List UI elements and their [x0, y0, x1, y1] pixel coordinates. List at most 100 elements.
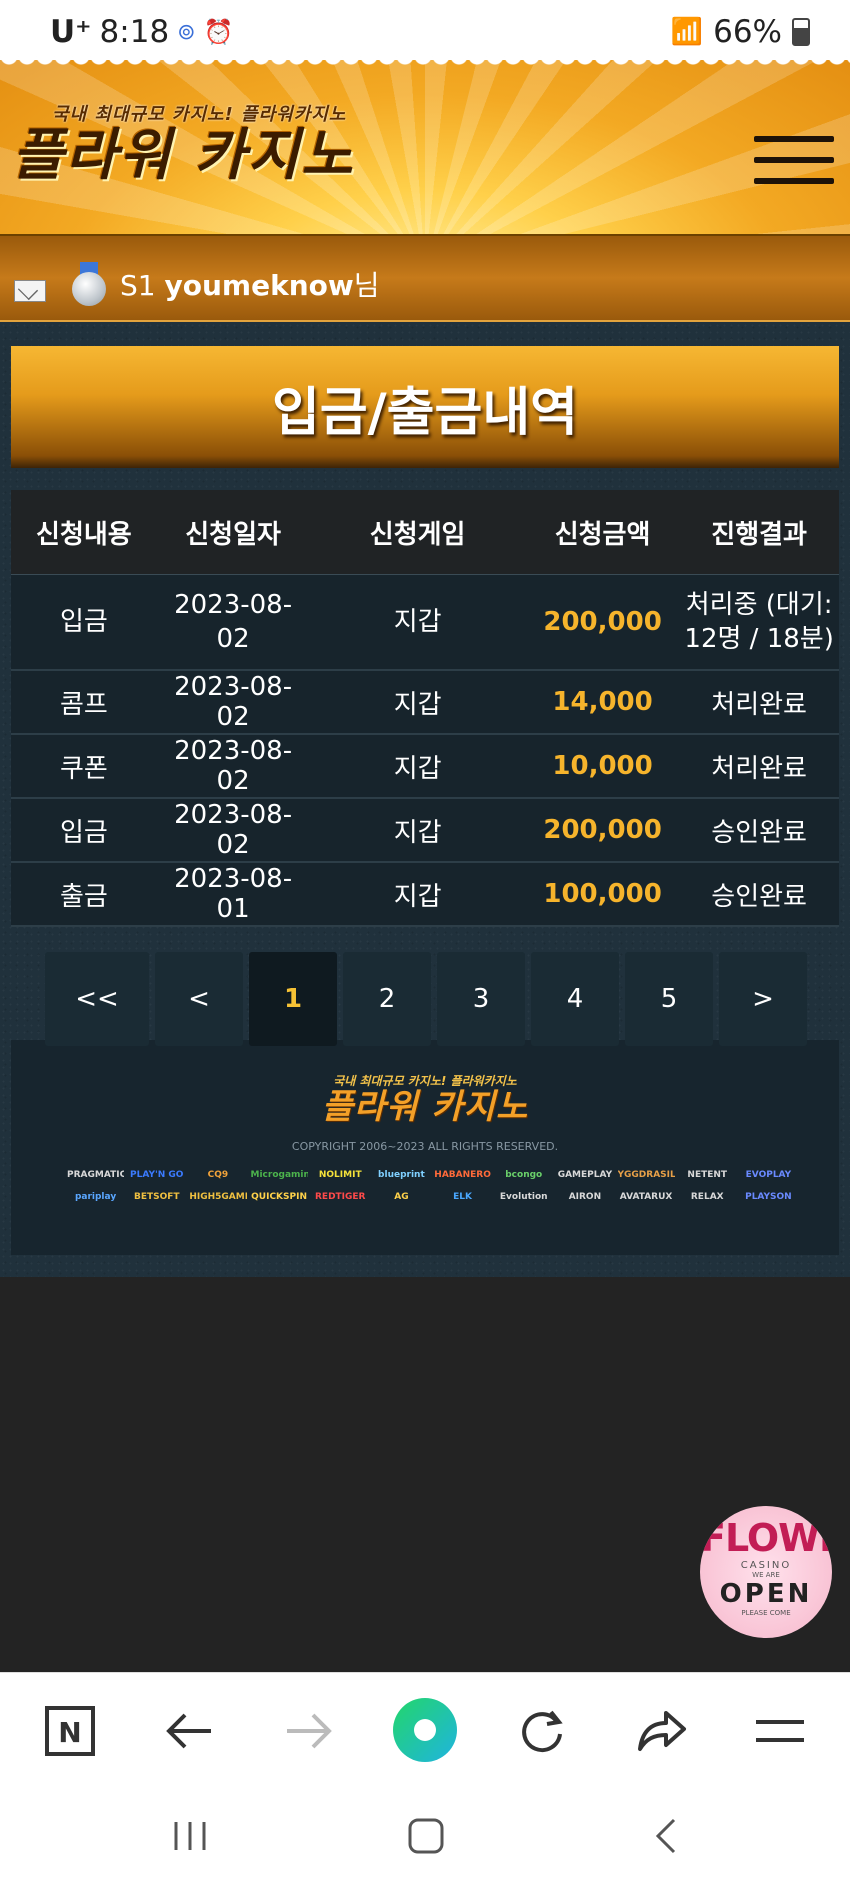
provider-logo: CQ9	[207, 1170, 229, 1180]
clock: 8:18	[99, 14, 170, 50]
provider-logo: HABANERO	[434, 1170, 491, 1180]
provider-logo: bcongo	[505, 1170, 543, 1180]
page-first-button[interactable]: <<	[45, 952, 149, 1046]
provider-logo: PLAYSON	[745, 1192, 792, 1202]
cell-date: 2023-08-02	[156, 734, 310, 799]
cell-type: 입금	[11, 574, 157, 671]
page-title-banner: 입금/출금내역	[11, 346, 839, 468]
back-icon[interactable]	[636, 1806, 696, 1866]
column-header: 신청게임	[309, 490, 526, 575]
menu-icon[interactable]	[750, 1701, 810, 1761]
provider-logo: YGGDRASIL	[617, 1170, 675, 1180]
table-row: 콤프 2023-08-02 지갑 14,000 처리완료	[11, 670, 839, 735]
provider-logo: AIRON	[568, 1192, 602, 1202]
cell-game: 지갑	[309, 862, 526, 927]
provider-logo: NETENT	[687, 1170, 728, 1180]
cell-amount: 200,000	[525, 798, 680, 863]
provider-logo: EVOPLAY	[745, 1170, 792, 1180]
home-circle-icon[interactable]	[390, 1695, 460, 1765]
site-logo[interactable]: 국내 최대규모 카지노! 플라워카지노 플라워 카지노	[12, 100, 355, 186]
provider-logo: RELAX	[690, 1192, 724, 1202]
naver-icon[interactable]: N	[40, 1701, 100, 1761]
refresh-icon[interactable]	[512, 1701, 572, 1761]
battery-icon	[792, 18, 810, 46]
page-button-5[interactable]: 5	[625, 952, 713, 1046]
hamburger-line	[754, 157, 834, 163]
page-button-4[interactable]: 4	[531, 952, 619, 1046]
pagination: << < 1 2 3 4 5 >	[45, 952, 807, 1046]
column-header: 신청금액	[525, 490, 680, 575]
banner-line-2: CASINO	[740, 1560, 792, 1571]
cell-status: 처리완료	[679, 734, 839, 799]
wifi-icon: 📶	[670, 17, 704, 47]
browser-toolbar: N	[0, 1672, 850, 1785]
column-header: 신청일자	[156, 490, 310, 575]
page-button-1[interactable]: 1	[249, 952, 337, 1046]
carrier-label: U⁺	[50, 14, 92, 50]
page-button-2[interactable]: 2	[343, 952, 431, 1046]
page-title: 입금/출금내역	[271, 382, 579, 443]
table-row: 출금 2023-08-01 지갑 100,000 승인완료	[11, 862, 839, 927]
provider-logo: PLAY'N GO	[130, 1170, 184, 1180]
medal-icon	[70, 262, 108, 306]
cell-date: 2023-08-02	[156, 670, 310, 735]
logo-text: 플라워 카지노	[12, 123, 355, 188]
battery-percent: 66%	[713, 14, 782, 50]
mail-icon[interactable]	[14, 280, 46, 302]
page-next-button[interactable]: >	[719, 952, 807, 1046]
site-footer: 국내 최대규모 카지노! 플라워카지노 플라워 카지노 COPYRIGHT 20…	[11, 1040, 839, 1255]
cell-game: 지갑	[309, 734, 526, 799]
cell-type: 콤프	[11, 670, 157, 735]
cell-amount: 14,000	[525, 670, 680, 735]
banner-line-4: OPEN	[719, 1579, 813, 1609]
user-suffix: 님	[353, 269, 380, 302]
column-header: 진행결과	[679, 490, 839, 575]
provider-logo: GAMEPLAY	[557, 1170, 613, 1180]
provider-logo: BETSOFT	[133, 1192, 180, 1202]
footer-logo: 국내 최대규모 카지노! 플라워카지노 플라워 카지노	[11, 1072, 839, 1125]
main-content: 입금/출금내역 신청내용 신청일자 신청게임 신청금액 진행결과 입금 2023…	[0, 322, 850, 1277]
cell-amount: 200,000	[525, 574, 680, 671]
user-name: youmeknow	[164, 269, 354, 302]
back-arrow-icon[interactable]	[160, 1701, 220, 1761]
home-icon[interactable]	[396, 1806, 456, 1866]
table-header-row: 신청내용 신청일자 신청게임 신청금액 진행결과	[11, 490, 839, 575]
svg-text:N: N	[58, 1716, 81, 1749]
provider-logo: HIGH5GAMES	[189, 1192, 246, 1202]
share-icon[interactable]	[632, 1701, 692, 1761]
provider-logo: blueprint	[378, 1170, 425, 1180]
site-header: 국내 최대규모 카지노! 플라워카지노 플라워 카지노	[0, 60, 850, 237]
user-info: S1 youmeknow님	[120, 264, 380, 304]
forward-arrow-icon[interactable]	[278, 1701, 338, 1761]
cell-game: 지갑	[309, 574, 526, 671]
cell-type: 쿠폰	[11, 734, 157, 799]
cell-game: 지갑	[309, 670, 526, 735]
user-bar: S1 youmeknow님	[0, 236, 850, 323]
cell-date: 2023-08-02	[156, 574, 310, 671]
page-prev-button[interactable]: <	[155, 952, 243, 1046]
provider-logo: Evolution	[499, 1192, 548, 1202]
column-header: 신청내용	[11, 490, 157, 575]
provider-logo: AG	[394, 1192, 409, 1202]
table-row: 입금 2023-08-02 지갑 200,000 승인완료	[11, 798, 839, 863]
cell-game: 지갑	[309, 798, 526, 863]
table-row: 입금 2023-08-02 지갑 200,000 처리중 (대기: 12명 / …	[11, 574, 839, 671]
cell-date: 2023-08-01	[156, 862, 310, 927]
cell-date: 2023-08-02	[156, 798, 310, 863]
provider-logo: QUICKSPIN	[251, 1192, 307, 1202]
cell-status: 승인완료	[679, 798, 839, 863]
provider-logo: pariplay	[74, 1192, 117, 1202]
banner-line-5: PLEASE COME	[741, 1609, 791, 1617]
menu-button[interactable]	[754, 136, 834, 192]
floating-casino-banner[interactable]: FLOWER CASINO WE ARE OPEN PLEASE COME	[700, 1506, 832, 1638]
recents-icon[interactable]	[160, 1806, 220, 1866]
system-nav-bar	[0, 1784, 850, 1889]
transaction-table: 신청내용 신청일자 신청게임 신청금액 진행결과 입금 2023-08-02 지…	[11, 490, 839, 927]
provider-logo: REDTIGER	[314, 1192, 366, 1202]
cell-type: 입금	[11, 798, 157, 863]
page-button-3[interactable]: 3	[437, 952, 525, 1046]
alarm-icon: ⏰	[203, 18, 234, 46]
footer-logo-text: 플라워 카지노	[321, 1087, 529, 1127]
provider-logo: NOLIMIT	[318, 1170, 362, 1180]
cell-amount: 10,000	[525, 734, 680, 799]
